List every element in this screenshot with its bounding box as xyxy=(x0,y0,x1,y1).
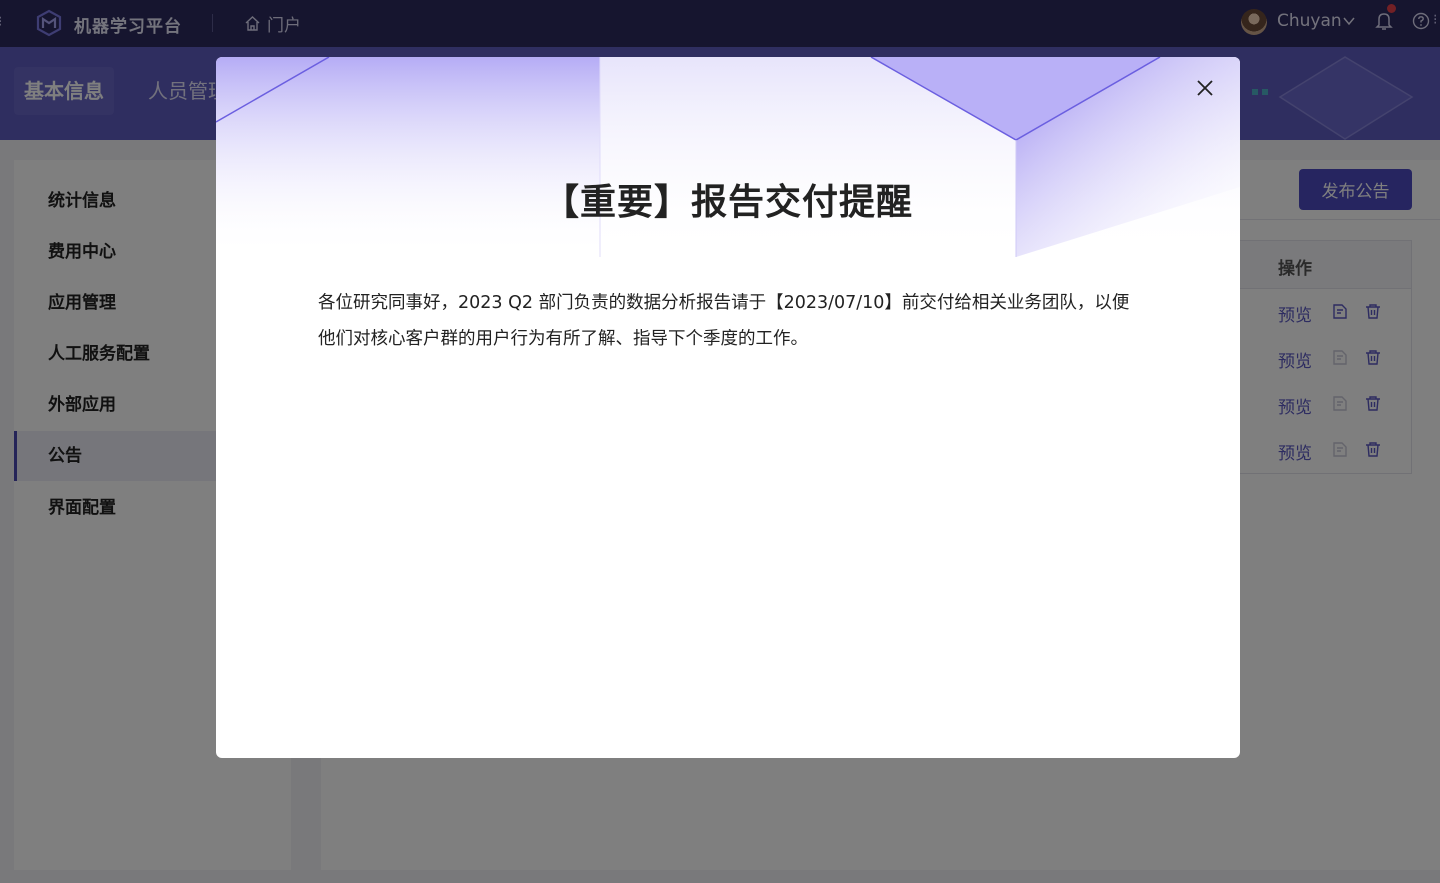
announcement-modal: 【重要】报告交付提醒 各位研究同事好，2023 Q2 部门负责的数据分析报告请于… xyxy=(216,57,1240,758)
modal-body-text: 各位研究同事好，2023 Q2 部门负责的数据分析报告请于【2023/07/10… xyxy=(318,293,1130,349)
close-icon[interactable] xyxy=(1193,76,1217,100)
modal-header-decoration xyxy=(216,57,1240,257)
modal-title: 【重要】报告交付提醒 xyxy=(542,182,913,223)
